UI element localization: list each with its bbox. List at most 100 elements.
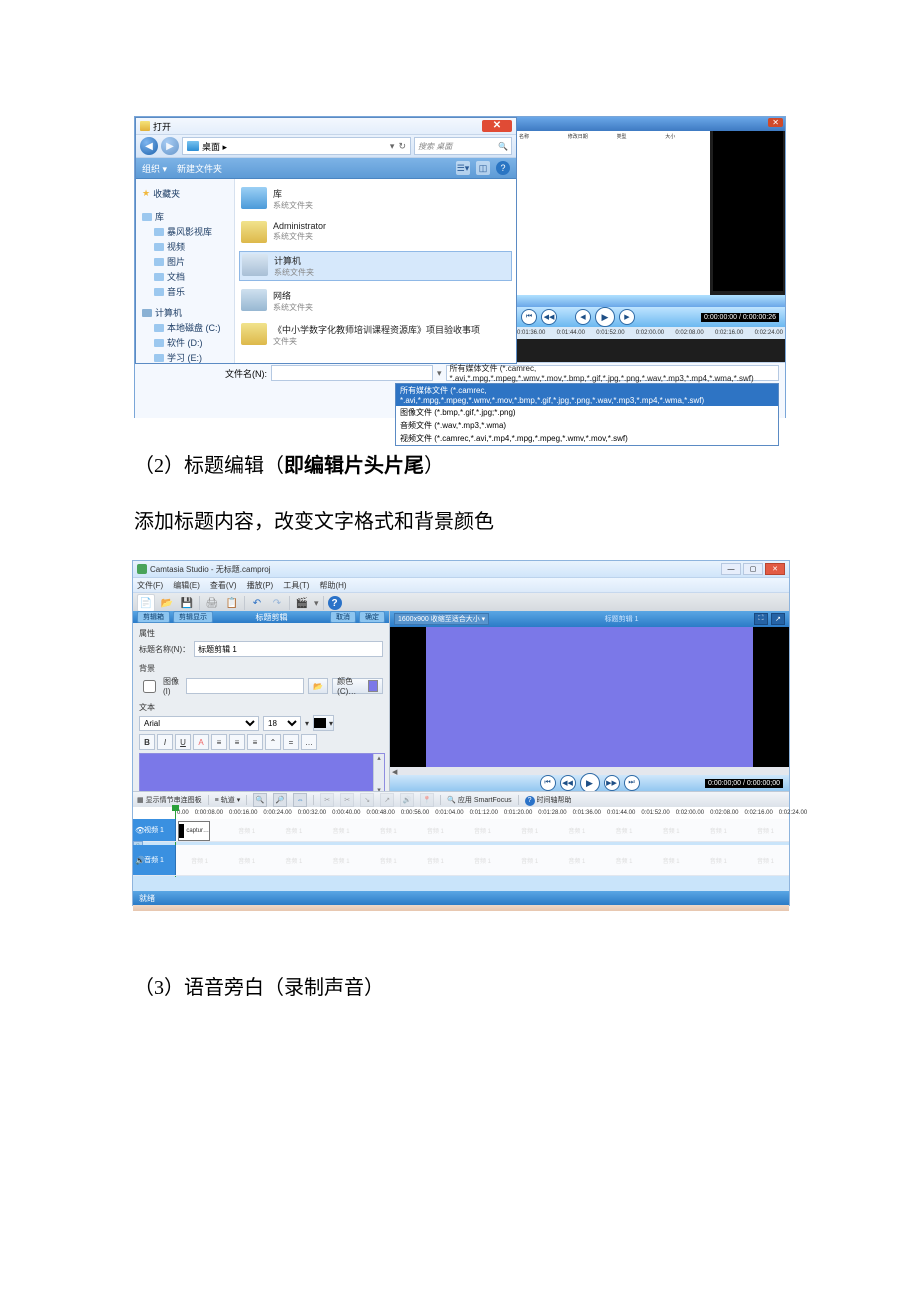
sidebar-item[interactable]: 图片	[142, 255, 234, 268]
align-left-button[interactable]: ≡	[211, 734, 227, 750]
sidebar-item[interactable]: 文档	[142, 270, 234, 283]
preview-size-dropdown[interactable]: 1600x900 收缩至适合大小 ▾	[394, 613, 489, 625]
fade-icon[interactable]: ↗	[380, 793, 394, 807]
undo-button[interactable]: ↶	[249, 595, 265, 611]
menu-tools[interactable]: 工具(T)	[283, 580, 309, 591]
eye-icon[interactable]: 👁	[135, 826, 145, 835]
video-track[interactable]: 👁视频 1 captur… 音频 1音频 1 音频 1音频 1 音频 1音频 1…	[133, 819, 789, 842]
host-stepback-button[interactable]: ◀	[575, 309, 591, 325]
redo-button[interactable]: ↷	[269, 595, 285, 611]
sidebar-item[interactable]: 暴风影视库	[142, 225, 234, 238]
font-name-select[interactable]: Arial	[139, 716, 259, 731]
preview-pane-button[interactable]: ◫	[476, 161, 490, 175]
breadcrumb[interactable]: 桌面 ▸ ▾ ↻	[182, 137, 411, 155]
pv-rw-button[interactable]: ◀◀	[560, 775, 576, 791]
new-folder-button[interactable]: 新建文件夹	[177, 162, 222, 175]
menu-edit[interactable]: 编辑(E)	[173, 580, 200, 591]
sidebar-item[interactable]: 本地磁盘 (C:)	[142, 321, 234, 334]
title-text-input[interactable]: ▴▾	[139, 753, 385, 795]
view-mode-button[interactable]: ☰▾	[456, 161, 470, 175]
sidebar-item[interactable]: 软件 (D:)	[142, 336, 234, 349]
organize-menu[interactable]: 组织 ▾	[142, 162, 167, 175]
bg-color-button[interactable]: 颜色(C)…	[332, 678, 383, 694]
help-button[interactable]: ?	[328, 596, 342, 610]
audio-track[interactable]: 🔊音频 1 音频 1音频 1 音频 1音频 1 音频 1音频 1 音频 1音频 …	[133, 845, 789, 876]
print-button[interactable]: 🖨	[204, 595, 220, 611]
audio-icon[interactable]: 🔊	[400, 793, 414, 807]
render-button[interactable]: 🎬	[294, 595, 310, 611]
filetype-option[interactable]: 音频文件 (*.wav,*.mp3,*.wma)	[396, 419, 778, 432]
sidebar-item[interactable]: 学习 (E:)	[142, 351, 234, 363]
filetype-option[interactable]: 图像文件 (*.bmp,*.gif,*.jpg;*.png)	[396, 406, 778, 419]
italic-button[interactable]: I	[157, 734, 173, 750]
zoom-out-icon[interactable]: 🔎	[273, 793, 287, 807]
pv-next-button[interactable]: ⏭	[624, 775, 640, 791]
dialog-close-button[interactable]: ✕	[482, 120, 512, 132]
bold-button[interactable]: B	[139, 734, 155, 750]
help-button[interactable]: ?	[496, 161, 510, 175]
host-rewind-button[interactable]: ◀◀	[541, 309, 557, 325]
name-input[interactable]	[194, 641, 383, 657]
fullscreen-icon[interactable]: ⛶	[754, 613, 768, 625]
filetype-option[interactable]: 所有媒体文件 (*.camrec, *.avi,*.mpg,*.mpeg,*.w…	[396, 384, 778, 406]
ok-button[interactable]: 确定	[359, 611, 385, 623]
filetype-option[interactable]: 视频文件 (*.camrec,*.avi,*.mp4,*.mpg,*.mpeg,…	[396, 432, 778, 445]
maximize-button[interactable]: ▢	[743, 563, 763, 575]
menu-help[interactable]: 帮助(H)	[319, 580, 346, 591]
bg-image-path[interactable]	[186, 678, 304, 694]
browse-image-button[interactable]: 📂	[308, 678, 328, 694]
list-item-selected[interactable]: 计算机系统文件夹	[239, 251, 512, 281]
apply-smartfocus-button[interactable]: 🔍 应用 SmartFocus	[447, 795, 511, 805]
dropshadow-button[interactable]: …	[301, 734, 317, 750]
underline-button[interactable]: U	[175, 734, 191, 750]
new-button[interactable]: 📄	[137, 594, 155, 612]
textarea-scrollbar[interactable]: ▴▾	[373, 754, 384, 794]
open-button[interactable]: 📂	[159, 595, 175, 611]
fade-icon[interactable]: ↘	[360, 793, 374, 807]
pv-prev-button[interactable]: ⏮	[540, 775, 556, 791]
zoom-fit-icon[interactable]: ⇔	[293, 793, 307, 807]
detach-icon[interactable]: ↗	[771, 613, 785, 625]
close-button[interactable]: ✕	[765, 563, 785, 575]
panel-tab-clipbin[interactable]: 剪辑箱	[137, 611, 170, 623]
font-color-button[interactable]: ▾	[313, 715, 334, 731]
tracks-menu[interactable]: ≡ 轨道 ▾	[215, 795, 241, 805]
filetype-current[interactable]: 所有媒体文件 (*.camrec, *.avi,*.mpg,*.mpeg,*.w…	[446, 365, 779, 381]
bg-image-checkbox[interactable]	[143, 680, 156, 693]
cancel-button[interactable]: 取消	[330, 611, 356, 623]
host-play-button[interactable]: ▶	[595, 307, 615, 327]
valign-mid-button[interactable]: =	[283, 734, 299, 750]
host-stepfwd-button[interactable]: ▶	[619, 309, 635, 325]
forward-button[interactable]: ▶	[161, 137, 179, 155]
font-size-select[interactable]: 18	[263, 716, 301, 731]
minimize-button[interactable]: —	[721, 563, 741, 575]
text-color-button[interactable]: A	[193, 734, 209, 750]
menu-view[interactable]: 查看(V)	[210, 580, 237, 591]
speaker-icon[interactable]: 🔊	[135, 856, 145, 865]
zoom-in-icon[interactable]: 🔍	[253, 793, 267, 807]
list-item[interactable]: 库系统文件夹	[239, 185, 512, 213]
pv-ff-button[interactable]: ▶▶	[604, 775, 620, 791]
timeline-help-button[interactable]: ? 时间轴帮助	[525, 795, 572, 806]
menu-play[interactable]: 播放(P)	[247, 580, 274, 591]
list-item[interactable]: 《中小学数字化教师培训课程资源库》项目验收事项文件夹	[239, 321, 512, 349]
menu-file[interactable]: 文件(F)	[137, 580, 163, 591]
copy-button[interactable]: 📋	[224, 595, 240, 611]
align-right-button[interactable]: ≡	[247, 734, 263, 750]
panel-tab-clipshow[interactable]: 剪辑显示	[173, 611, 213, 623]
marker-icon[interactable]: 📍	[420, 793, 434, 807]
valign-top-button[interactable]: ⌃	[265, 734, 281, 750]
filename-input[interactable]	[271, 365, 433, 381]
search-input[interactable]: 搜索 桌面 🔍	[414, 137, 512, 155]
filetype-dropdown[interactable]: 所有媒体文件 (*.camrec, *.avi,*.mpg,*.mpeg,*.w…	[395, 383, 779, 446]
pv-play-button[interactable]: ▶	[580, 773, 600, 793]
save-button[interactable]: 💾	[179, 595, 195, 611]
sidebar-item[interactable]: 视频	[142, 240, 234, 253]
align-center-button[interactable]: ≡	[229, 734, 245, 750]
show-storyboard-toggle[interactable]: ▦ 显示情节串连图板	[137, 795, 202, 805]
host-prev-button[interactable]: ⏮	[521, 309, 537, 325]
cut-icon[interactable]: ✂	[320, 793, 334, 807]
sidebar-item[interactable]: 音乐	[142, 285, 234, 298]
host-close-icon[interactable]: ✕	[768, 118, 783, 127]
list-item[interactable]: Administrator系统文件夹	[239, 219, 512, 245]
